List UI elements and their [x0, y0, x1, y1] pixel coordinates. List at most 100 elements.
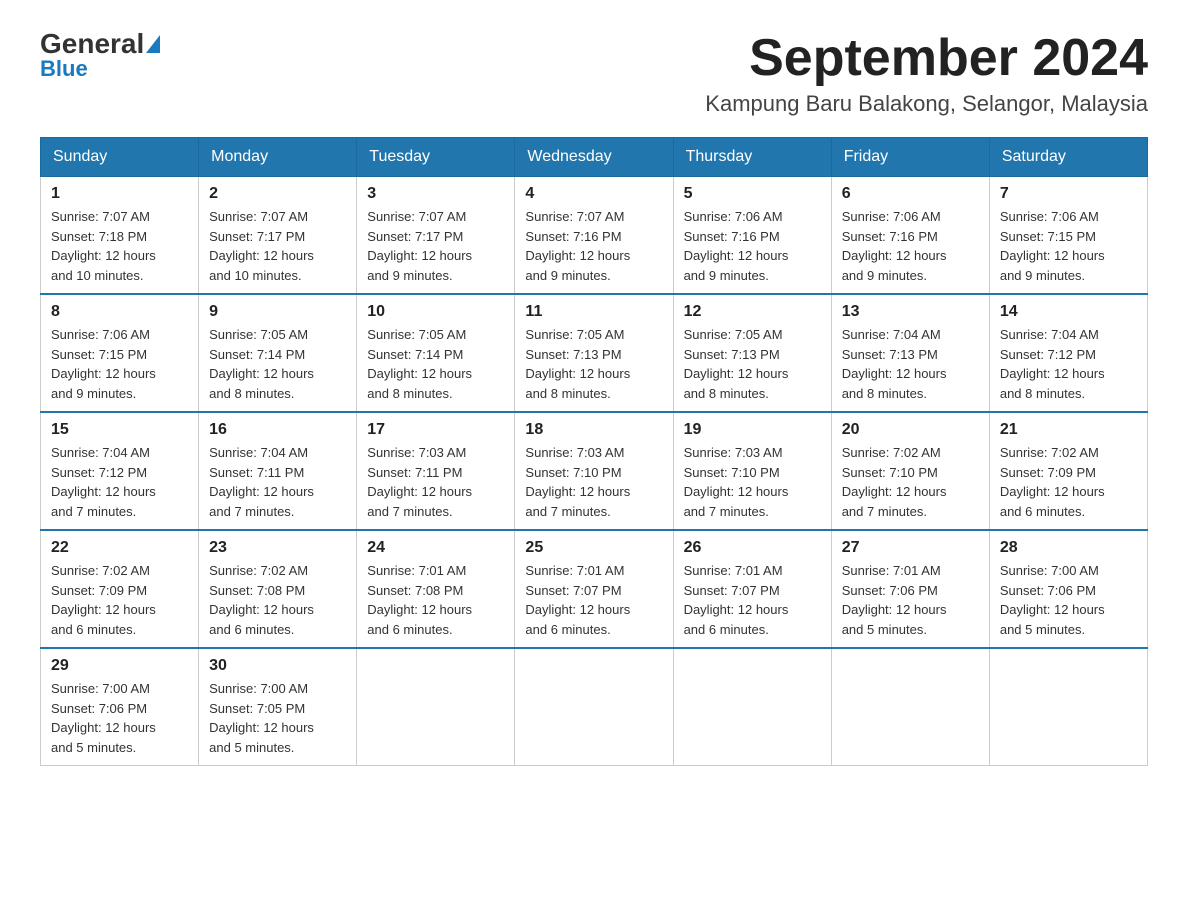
- weekday-header-friday: Friday: [831, 138, 989, 177]
- day-number: 1: [51, 185, 188, 203]
- calendar-cell: 12 Sunrise: 7:05 AMSunset: 7:13 PMDayligh…: [673, 294, 831, 412]
- day-number: 22: [51, 539, 188, 557]
- day-number: 9: [209, 303, 346, 321]
- calendar-table: SundayMondayTuesdayWednesdayThursdayFrid…: [40, 137, 1148, 766]
- calendar-cell: [515, 648, 673, 766]
- day-number: 2: [209, 185, 346, 203]
- page-header: General Blue September 2024 Kampung Baru…: [40, 30, 1148, 117]
- day-info: Sunrise: 7:05 AMSunset: 7:13 PMDaylight:…: [525, 325, 662, 403]
- weekday-header-monday: Monday: [199, 138, 357, 177]
- calendar-cell: 14 Sunrise: 7:04 AMSunset: 7:12 PMDayligh…: [989, 294, 1147, 412]
- day-info: Sunrise: 7:04 AMSunset: 7:13 PMDaylight:…: [842, 325, 979, 403]
- day-number: 12: [684, 303, 821, 321]
- day-info: Sunrise: 7:06 AMSunset: 7:16 PMDaylight:…: [684, 207, 821, 285]
- day-info: Sunrise: 7:05 AMSunset: 7:14 PMDaylight:…: [367, 325, 504, 403]
- day-number: 21: [1000, 421, 1137, 439]
- calendar-cell: [357, 648, 515, 766]
- calendar-cell: 19 Sunrise: 7:03 AMSunset: 7:10 PMDayligh…: [673, 412, 831, 530]
- day-info: Sunrise: 7:07 AMSunset: 7:16 PMDaylight:…: [525, 207, 662, 285]
- calendar-week-row: 8 Sunrise: 7:06 AMSunset: 7:15 PMDaylight…: [41, 294, 1148, 412]
- day-number: 17: [367, 421, 504, 439]
- day-info: Sunrise: 7:03 AMSunset: 7:10 PMDaylight:…: [684, 443, 821, 521]
- day-number: 30: [209, 657, 346, 675]
- day-number: 29: [51, 657, 188, 675]
- logo-blue-text: Blue: [40, 56, 88, 82]
- calendar-week-row: 29 Sunrise: 7:00 AMSunset: 7:06 PMDayligh…: [41, 648, 1148, 766]
- day-info: Sunrise: 7:01 AMSunset: 7:08 PMDaylight:…: [367, 561, 504, 639]
- day-info: Sunrise: 7:06 AMSunset: 7:15 PMDaylight:…: [51, 325, 188, 403]
- day-number: 23: [209, 539, 346, 557]
- title-area: September 2024 Kampung Baru Balakong, Se…: [705, 30, 1148, 117]
- day-info: Sunrise: 7:03 AMSunset: 7:11 PMDaylight:…: [367, 443, 504, 521]
- calendar-cell: 6 Sunrise: 7:06 AMSunset: 7:16 PMDaylight…: [831, 177, 989, 295]
- day-number: 11: [525, 303, 662, 321]
- weekday-header-wednesday: Wednesday: [515, 138, 673, 177]
- calendar-cell: 20Sunrise: 7:02 AMSunset: 7:10 PMDayligh…: [831, 412, 989, 530]
- logo-general-text: General: [40, 30, 144, 58]
- day-info: Sunrise: 7:02 AMSunset: 7:09 PMDaylight:…: [1000, 443, 1137, 521]
- day-number: 10: [367, 303, 504, 321]
- calendar-cell: 17 Sunrise: 7:03 AMSunset: 7:11 PMDayligh…: [357, 412, 515, 530]
- day-number: 8: [51, 303, 188, 321]
- calendar-cell: [831, 648, 989, 766]
- day-number: 4: [525, 185, 662, 203]
- calendar-cell: 4 Sunrise: 7:07 AMSunset: 7:16 PMDaylight…: [515, 177, 673, 295]
- day-number: 6: [842, 185, 979, 203]
- day-number: 24: [367, 539, 504, 557]
- day-info: Sunrise: 7:01 AMSunset: 7:07 PMDaylight:…: [525, 561, 662, 639]
- logo-triangle-icon: [146, 35, 160, 53]
- day-number: 18: [525, 421, 662, 439]
- day-info: Sunrise: 7:02 AMSunset: 7:08 PMDaylight:…: [209, 561, 346, 639]
- weekday-header-row: SundayMondayTuesdayWednesdayThursdayFrid…: [41, 138, 1148, 177]
- day-number: 15: [51, 421, 188, 439]
- day-info: Sunrise: 7:00 AMSunset: 7:06 PMDaylight:…: [1000, 561, 1137, 639]
- day-info: Sunrise: 7:00 AMSunset: 7:06 PMDaylight:…: [51, 679, 188, 757]
- calendar-cell: 23 Sunrise: 7:02 AMSunset: 7:08 PMDayligh…: [199, 530, 357, 648]
- calendar-cell: 21 Sunrise: 7:02 AMSunset: 7:09 PMDayligh…: [989, 412, 1147, 530]
- day-info: Sunrise: 7:07 AMSunset: 7:17 PMDaylight:…: [209, 207, 346, 285]
- calendar-cell: 15 Sunrise: 7:04 AMSunset: 7:12 PMDayligh…: [41, 412, 199, 530]
- day-number: 19: [684, 421, 821, 439]
- weekday-header-thursday: Thursday: [673, 138, 831, 177]
- day-info: Sunrise: 7:07 AMSunset: 7:18 PMDaylight:…: [51, 207, 188, 285]
- calendar-cell: 22 Sunrise: 7:02 AMSunset: 7:09 PMDayligh…: [41, 530, 199, 648]
- day-info: Sunrise: 7:04 AMSunset: 7:12 PMDaylight:…: [51, 443, 188, 521]
- weekday-header-tuesday: Tuesday: [357, 138, 515, 177]
- day-info: Sunrise: 7:06 AMSunset: 7:16 PMDaylight:…: [842, 207, 979, 285]
- day-info: Sunrise: 7:02 AMSunset: 7:10 PMDaylight:…: [842, 443, 979, 521]
- day-number: 3: [367, 185, 504, 203]
- location-subtitle: Kampung Baru Balakong, Selangor, Malaysi…: [705, 91, 1148, 117]
- day-info: Sunrise: 7:00 AMSunset: 7:05 PMDaylight:…: [209, 679, 346, 757]
- calendar-cell: 3 Sunrise: 7:07 AMSunset: 7:17 PMDaylight…: [357, 177, 515, 295]
- day-number: 27: [842, 539, 979, 557]
- calendar-cell: 5Sunrise: 7:06 AMSunset: 7:16 PMDaylight…: [673, 177, 831, 295]
- day-number: 7: [1000, 185, 1137, 203]
- day-info: Sunrise: 7:03 AMSunset: 7:10 PMDaylight:…: [525, 443, 662, 521]
- day-number: 25: [525, 539, 662, 557]
- day-info: Sunrise: 7:05 AMSunset: 7:13 PMDaylight:…: [684, 325, 821, 403]
- day-number: 14: [1000, 303, 1137, 321]
- day-info: Sunrise: 7:04 AMSunset: 7:11 PMDaylight:…: [209, 443, 346, 521]
- calendar-cell: 2 Sunrise: 7:07 AMSunset: 7:17 PMDaylight…: [199, 177, 357, 295]
- calendar-cell: 28 Sunrise: 7:00 AMSunset: 7:06 PMDayligh…: [989, 530, 1147, 648]
- calendar-week-row: 15 Sunrise: 7:04 AMSunset: 7:12 PMDayligh…: [41, 412, 1148, 530]
- day-info: Sunrise: 7:01 AMSunset: 7:07 PMDaylight:…: [684, 561, 821, 639]
- calendar-cell: [673, 648, 831, 766]
- calendar-cell: 29 Sunrise: 7:00 AMSunset: 7:06 PMDayligh…: [41, 648, 199, 766]
- calendar-cell: [989, 648, 1147, 766]
- calendar-cell: 10 Sunrise: 7:05 AMSunset: 7:14 PMDayligh…: [357, 294, 515, 412]
- day-info: Sunrise: 7:01 AMSunset: 7:06 PMDaylight:…: [842, 561, 979, 639]
- calendar-cell: 11 Sunrise: 7:05 AMSunset: 7:13 PMDayligh…: [515, 294, 673, 412]
- day-info: Sunrise: 7:06 AMSunset: 7:15 PMDaylight:…: [1000, 207, 1137, 285]
- day-info: Sunrise: 7:02 AMSunset: 7:09 PMDaylight:…: [51, 561, 188, 639]
- day-info: Sunrise: 7:07 AMSunset: 7:17 PMDaylight:…: [367, 207, 504, 285]
- weekday-header-saturday: Saturday: [989, 138, 1147, 177]
- day-number: 13: [842, 303, 979, 321]
- calendar-cell: 8 Sunrise: 7:06 AMSunset: 7:15 PMDaylight…: [41, 294, 199, 412]
- calendar-cell: 30 Sunrise: 7:00 AMSunset: 7:05 PMDayligh…: [199, 648, 357, 766]
- day-info: Sunrise: 7:05 AMSunset: 7:14 PMDaylight:…: [209, 325, 346, 403]
- day-info: Sunrise: 7:04 AMSunset: 7:12 PMDaylight:…: [1000, 325, 1137, 403]
- calendar-cell: 27 Sunrise: 7:01 AMSunset: 7:06 PMDayligh…: [831, 530, 989, 648]
- calendar-cell: 24 Sunrise: 7:01 AMSunset: 7:08 PMDayligh…: [357, 530, 515, 648]
- day-number: 28: [1000, 539, 1137, 557]
